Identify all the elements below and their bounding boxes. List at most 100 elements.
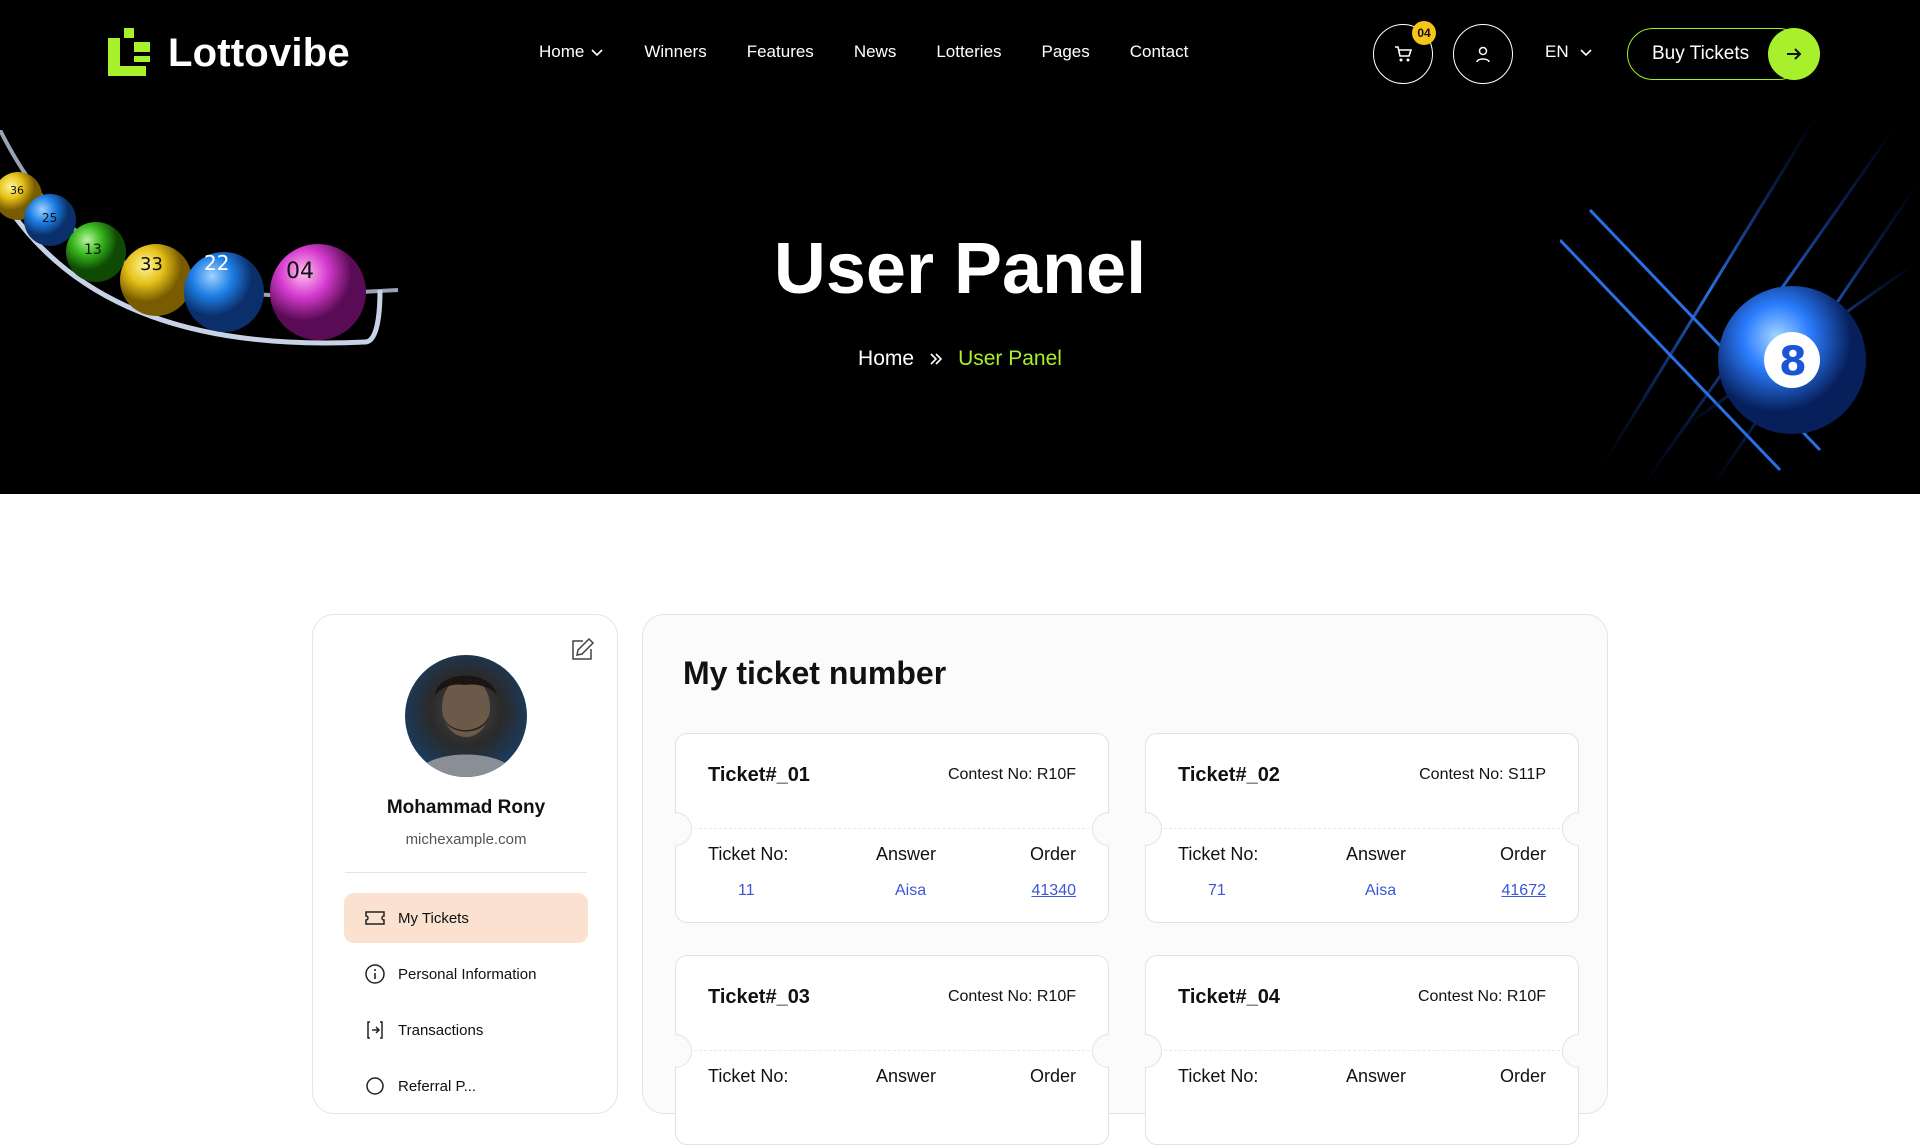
ticket-name: Ticket#_03 (708, 986, 810, 1008)
ticket-separator (1164, 1050, 1560, 1051)
nav-item-pages[interactable]: Pages (1042, 42, 1090, 62)
ticket-order-link[interactable]: 41340 (1032, 882, 1077, 900)
ticket-order-link[interactable]: 41672 (1502, 882, 1547, 900)
buy-tickets-arrow-button[interactable] (1768, 28, 1820, 80)
language-label: EN (1545, 42, 1569, 61)
main-menu: Home Winners Features News Lotteries Pag… (539, 42, 1228, 62)
ticket-notch (1145, 1034, 1162, 1068)
edit-icon[interactable] (569, 637, 595, 663)
breadcrumb-current: User Panel (958, 347, 1062, 370)
breadcrumb: Home User Panel (0, 347, 1920, 371)
page-title: User Panel (773, 229, 1147, 309)
ticket-header-ticket-no: Ticket No: (1178, 844, 1259, 864)
referral-icon (366, 1077, 384, 1095)
chevron-down-icon (591, 49, 603, 57)
profile-email: michexample.com (405, 831, 527, 848)
ticket-card[interactable]: Ticket#_03 Contest No: R10F Ticket No: A… (675, 955, 1109, 1145)
nav-item-label: Winners (644, 42, 707, 61)
info-icon (365, 964, 385, 984)
buy-tickets-label: Buy Tickets (1652, 43, 1750, 64)
double-chevron-right-icon (930, 353, 943, 365)
ticket-separator (694, 1050, 1090, 1051)
hero-banner: 36 25 13 33 22 04 8 Lottovibe Home Winne… (0, 0, 1920, 494)
logo-icon (108, 28, 150, 76)
sidebar-item-transactions[interactable]: Transactions (344, 1005, 588, 1055)
ticket-header-order: Order (1499, 1066, 1546, 1086)
ticket-no-value: 71 (1208, 882, 1226, 899)
nav-item-label: News (853, 42, 897, 61)
ticket-header-answer: Answer (1346, 844, 1407, 864)
ticket-no-value: 11 (738, 882, 755, 899)
avatar (405, 655, 527, 777)
profile-name: Mohammad Rony (386, 797, 546, 818)
account-button[interactable] (1453, 24, 1513, 84)
sidebar-item-personal-information[interactable]: Personal Information (344, 949, 588, 999)
ticket-contest: Contest No: R10F (947, 988, 1076, 1005)
sidebar-item-my-tickets[interactable]: My Tickets (344, 893, 588, 943)
ticket-header-order: Order (1029, 1066, 1076, 1086)
sidebar-item-label: My Tickets (398, 909, 469, 927)
nav-item-label: Lotteries (936, 42, 1002, 61)
ticket-name: Ticket#_01 (708, 764, 810, 786)
nav-item-lotteries[interactable]: Lotteries (936, 42, 1001, 62)
nav-item-home[interactable]: Home (539, 42, 604, 62)
brand-name: Lottovibe (168, 30, 350, 75)
transactions-icon (367, 1021, 383, 1039)
ticket-header-ticket-no: Ticket No: (1178, 1066, 1259, 1086)
ticket-notch (1092, 812, 1109, 846)
cart-button[interactable]: 04 (1373, 21, 1436, 84)
ticket-icon (365, 911, 385, 925)
ticket-separator (1164, 828, 1560, 829)
nav-item-label: Home (539, 42, 585, 61)
sidebar-item-label: Transactions (398, 1021, 484, 1039)
nav-item-winners[interactable]: Winners (644, 42, 706, 62)
ticket-header-order: Order (1029, 844, 1076, 864)
ticket-header-ticket-no: Ticket No: (708, 1066, 789, 1086)
ticket-card[interactable]: Ticket#_04 Contest No: R10F Ticket No: A… (1145, 955, 1579, 1145)
ticket-header-ticket-no: Ticket No: (708, 844, 789, 864)
ticket-card[interactable]: Ticket#_02 Contest No: S11P Ticket No: A… (1145, 733, 1579, 923)
chevron-down-icon (1580, 49, 1592, 57)
ticket-notch (1562, 812, 1579, 846)
ticket-contest: Contest No: R10F (947, 766, 1076, 783)
brand-logo[interactable]: Lottovibe (106, 28, 350, 78)
nav-item-news[interactable]: News (854, 42, 897, 62)
nav-item-features[interactable]: Features (747, 42, 814, 62)
ball-label: 25 (42, 211, 57, 225)
profile-sidebar: Mohammad Rony michexample.com My Tickets… (312, 614, 618, 1114)
language-selector[interactable]: EN (1545, 42, 1593, 62)
nav-item-contact[interactable]: Contact (1130, 42, 1189, 62)
nav-item-label: Contact (1129, 42, 1189, 61)
ticket-name: Ticket#_02 (1178, 764, 1280, 786)
ticket-contest: Contest No: R10F (1417, 988, 1546, 1005)
sidebar-item-referral[interactable]: Referral P... (344, 1061, 588, 1111)
ticket-name: Ticket#_04 (1178, 986, 1280, 1008)
tickets-panel: My ticket number Ticket#_01 Contest No: … (642, 614, 1608, 1145)
nav-item-label: Pages (1041, 42, 1090, 61)
ticket-header-order: Order (1499, 844, 1546, 864)
top-navigation: Lottovibe Home Winners Features News Lot… (0, 0, 1920, 108)
sidebar-item-label: Referral P... (398, 1077, 477, 1095)
ticket-notch (1145, 812, 1162, 846)
ticket-notch (675, 812, 692, 846)
ticket-header-answer: Answer (876, 844, 937, 864)
avatar-image (415, 675, 517, 777)
ticket-contest: Contest No: S11P (1419, 766, 1546, 783)
ticket-header-answer: Answer (876, 1066, 937, 1086)
sidebar-item-label: Personal Information (398, 965, 537, 983)
ticket-notch (1092, 1034, 1109, 1068)
ticket-header-answer: Answer (1346, 1066, 1407, 1086)
ticket-answer-value: Aisa (895, 882, 927, 899)
nav-item-label: Features (746, 42, 814, 61)
cart-count-badge: 04 (1412, 21, 1436, 45)
panel-title: My ticket number (683, 655, 947, 691)
cart-icon (1395, 46, 1413, 62)
ticket-card[interactable]: Ticket#_01 Contest No: R10F Ticket No: A… (675, 733, 1109, 923)
ball-label: 36 (10, 184, 24, 197)
breadcrumb-home-link[interactable]: Home (858, 347, 914, 371)
arrow-right-icon (1787, 48, 1802, 60)
user-icon (1476, 46, 1490, 63)
ticket-answer-value: Aisa (1365, 882, 1397, 899)
ticket-notch (1562, 1034, 1579, 1068)
ticket-notch (675, 1034, 692, 1068)
